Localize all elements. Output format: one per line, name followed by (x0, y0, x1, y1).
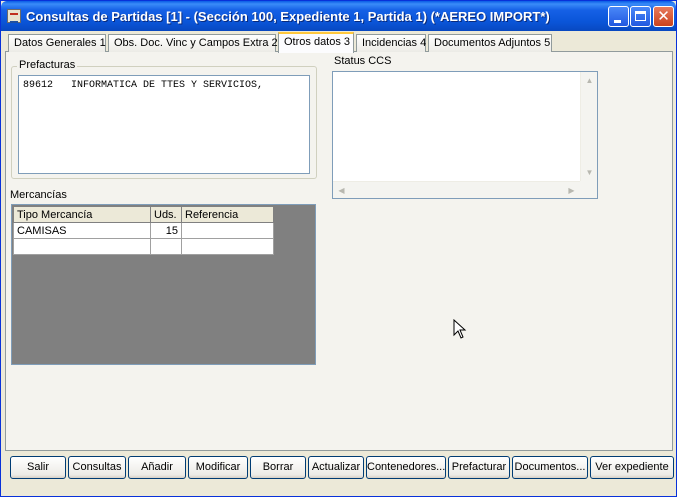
cell-referencia[interactable] (181, 222, 274, 239)
status-ccs-textarea[interactable]: ▲ ▼ ◀ ▶ (332, 71, 598, 199)
tab-otros-datos[interactable]: Otros datos 3 (278, 32, 354, 53)
tab-incidencias[interactable]: Incidencias 4 (356, 34, 426, 52)
cell-tipo-mercancia[interactable]: CAMISAS (13, 222, 151, 239)
anadir-button[interactable]: Añadir (128, 456, 186, 479)
status-ccs-horizontal-scrollbar[interactable]: ◀ ▶ (333, 181, 580, 198)
minimize-icon (614, 20, 621, 23)
mouse-cursor-icon (453, 319, 467, 339)
mercancias-table[interactable]: Tipo Mercancía Uds. Referencia CAMISAS 1… (13, 206, 274, 255)
scroll-down-icon[interactable]: ▼ (581, 164, 598, 181)
cell-tipo-mercancia[interactable] (13, 238, 151, 255)
table-row[interactable] (13, 238, 274, 255)
title-bar[interactable]: Consultas de Partidas [1] - (Sección 100… (1, 1, 676, 31)
table-header-row: Tipo Mercancía Uds. Referencia (13, 206, 274, 223)
tab-datos-generales[interactable]: Datos Generales 1 (8, 34, 106, 52)
close-button[interactable]: ✕ (653, 6, 674, 27)
modificar-button[interactable]: Modificar (188, 456, 248, 479)
prefacturar-button[interactable]: Prefacturar (448, 456, 510, 479)
tab-documentos-adjuntos[interactable]: Documentos Adjuntos 5 (428, 34, 552, 52)
table-row[interactable]: CAMISAS 15 (13, 222, 274, 239)
mercancias-label: Mercancías (10, 189, 67, 201)
scroll-left-icon[interactable]: ◀ (333, 182, 350, 199)
main-window: Consultas de Partidas [1] - (Sección 100… (0, 0, 677, 497)
prefacturas-group: Prefacturas 89612 INFORMATICA DE TTES Y … (11, 59, 317, 179)
ver-expediente-button[interactable]: Ver expediente (590, 456, 674, 479)
app-form-icon[interactable] (7, 9, 21, 23)
status-ccs-label: Status CCS (334, 55, 392, 67)
column-header-tipo-mercancia[interactable]: Tipo Mercancía (13, 206, 151, 223)
column-header-uds[interactable]: Uds. (150, 206, 182, 223)
prefactura-line: 89612 INFORMATICA DE TTES Y SERVICIOS, (23, 80, 264, 91)
close-icon: ✕ (657, 8, 670, 25)
maximize-button[interactable] (630, 6, 651, 27)
contenedores-button[interactable]: Contenedores... (366, 456, 446, 479)
prefacturas-label: Prefacturas (17, 59, 78, 71)
scroll-corner (580, 181, 597, 198)
documentos-button[interactable]: Documentos... (512, 456, 588, 479)
scroll-right-icon[interactable]: ▶ (563, 182, 580, 199)
cell-uds[interactable]: 15 (150, 222, 182, 239)
scroll-up-icon[interactable]: ▲ (581, 72, 598, 89)
maximize-icon (635, 11, 646, 21)
column-header-referencia[interactable]: Referencia (181, 206, 274, 223)
salir-button[interactable]: Salir (10, 456, 66, 479)
status-ccs-vertical-scrollbar[interactable]: ▲ ▼ (580, 72, 597, 181)
actualizar-button[interactable]: Actualizar (308, 456, 364, 479)
cell-uds[interactable] (150, 238, 182, 255)
mercancias-grid[interactable]: Tipo Mercancía Uds. Referencia CAMISAS 1… (11, 204, 316, 365)
consultas-button[interactable]: Consultas (68, 456, 126, 479)
window-title: Consultas de Partidas [1] - (Sección 100… (26, 9, 550, 24)
prefacturas-list[interactable]: 89612 INFORMATICA DE TTES Y SERVICIOS, (18, 75, 310, 174)
minimize-button[interactable] (608, 6, 629, 27)
borrar-button[interactable]: Borrar (250, 456, 306, 479)
tab-obs-doc-vinc[interactable]: Obs. Doc. Vinc y Campos Extra 2 (108, 34, 278, 52)
cell-referencia[interactable] (181, 238, 274, 255)
